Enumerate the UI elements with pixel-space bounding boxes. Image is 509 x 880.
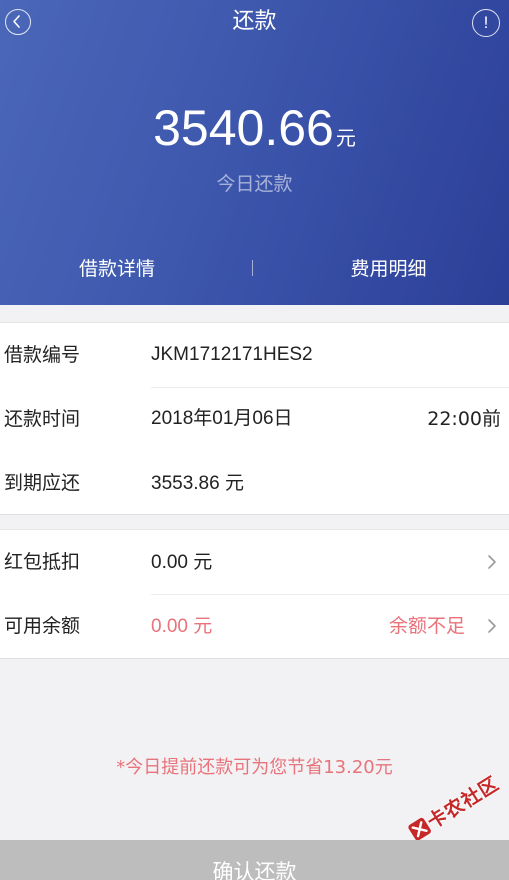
tab-divider bbox=[252, 260, 253, 276]
red-packet-label: 红包抵扣 bbox=[4, 551, 81, 573]
deduction-card: 红包抵扣 0.00 元 可用余额 0.00 元 余额不足 bbox=[0, 529, 509, 659]
repay-deadline: 22:00前 bbox=[427, 408, 501, 430]
amount-value: 3540.66 bbox=[153, 100, 334, 156]
info-icon: ! bbox=[483, 13, 489, 32]
red-packet-number: 0.00 bbox=[151, 552, 188, 573]
row-red-packet[interactable]: 红包抵扣 0.00 元 bbox=[0, 530, 509, 594]
due-amount-value: 3553.86 元 bbox=[151, 451, 244, 516]
available-balance-label: 可用余额 bbox=[4, 615, 81, 637]
due-amount-number: 3553.86 bbox=[151, 473, 220, 494]
available-balance-number: 0.00 bbox=[151, 616, 188, 637]
repay-time-label: 还款时间 bbox=[4, 408, 81, 430]
loan-number-label: 借款编号 bbox=[4, 344, 81, 366]
page-title: 还款 bbox=[232, 9, 277, 34]
amount-label: 今日还款 bbox=[216, 173, 293, 195]
insufficient-balance-note: 余额不足 bbox=[388, 615, 465, 637]
info-button[interactable]: ! bbox=[472, 9, 500, 37]
chevron-right-icon bbox=[488, 619, 496, 633]
repay-time-value: 2018年01月06日 bbox=[151, 408, 293, 429]
header: 还款 ! 3540.66 元 今日还款 借款详情 费用明细 bbox=[0, 0, 509, 305]
available-balance-unit: 元 bbox=[193, 615, 213, 637]
tab-loan-details[interactable]: 借款详情 bbox=[0, 255, 234, 283]
available-balance-value: 0.00 元 bbox=[151, 594, 212, 659]
due-amount-unit: 元 bbox=[224, 472, 244, 494]
savings-note: *今日提前还款可为您节省13.20元 bbox=[116, 757, 393, 778]
loan-number-value: JKM1712171HES2 bbox=[151, 344, 313, 365]
row-repay-time: 还款时间 2018年01月06日 22:00前 bbox=[0, 387, 509, 451]
confirm-repay-button[interactable]: 确认还款 bbox=[0, 840, 509, 880]
amount-unit: 元 bbox=[335, 126, 356, 150]
loan-info-card: 借款编号 JKM1712171HES2 还款时间 2018年01月06日 22:… bbox=[0, 322, 509, 515]
chevron-right-icon bbox=[488, 555, 496, 569]
row-due-amount: 到期应还 3553.86 元 bbox=[0, 451, 509, 515]
repay-amount: 3540.66 元 bbox=[0, 96, 509, 160]
tab-fee-details[interactable]: 费用明细 bbox=[268, 255, 509, 283]
row-loan-number: 借款编号 JKM1712171HES2 bbox=[0, 323, 509, 387]
red-packet-unit: 元 bbox=[193, 551, 213, 573]
due-amount-label: 到期应还 bbox=[4, 472, 81, 494]
row-available-balance[interactable]: 可用余额 0.00 元 余额不足 bbox=[0, 594, 509, 658]
red-packet-value: 0.00 元 bbox=[151, 530, 212, 595]
